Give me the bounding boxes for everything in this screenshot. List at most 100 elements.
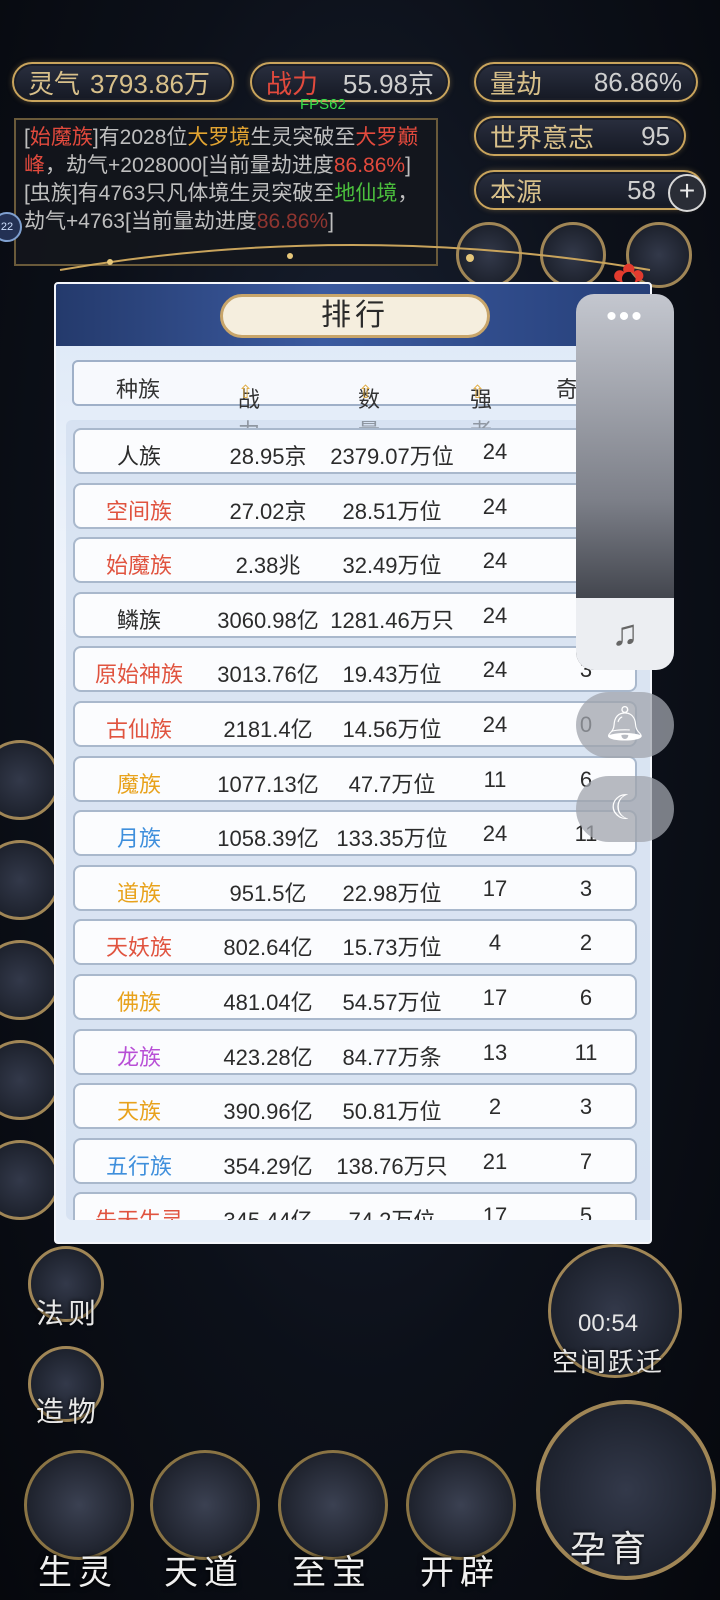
race-odd-count: 3	[579, 875, 593, 901]
race-power: 3060.98亿	[217, 607, 319, 633]
rank-row[interactable]: 龙族 423.28亿 84.77万条 13 11	[73, 1028, 637, 1075]
race-power: 802.64亿	[223, 935, 313, 961]
race-power: 2181.4亿	[223, 717, 313, 742]
race-power: 28.95京	[229, 444, 307, 469]
race-power: 345.44亿	[203, 1203, 333, 1220]
rank-row[interactable]: 鳞族3060.98亿1281.46万只241	[73, 591, 637, 638]
log-race: 始魔族	[29, 126, 93, 149]
power-label: 战力	[266, 68, 319, 99]
race-strong-count: 2	[488, 1094, 502, 1120]
col-odd[interactable]: 奇	[556, 372, 578, 404]
sort-up-icon: ⇧	[470, 382, 486, 402]
nav-tiandao-button[interactable]: 天道	[144, 1450, 264, 1600]
panel-title: 排行	[220, 294, 490, 338]
music-icon[interactable]: ♫	[576, 598, 674, 670]
race-name: 天族	[116, 1099, 161, 1125]
power-display: 战力 55.98京	[250, 62, 450, 102]
source-label: 本源	[490, 176, 543, 207]
nav-label: 天道	[164, 1554, 244, 1592]
moon-icon[interactable]: ☾	[576, 776, 674, 842]
log-line-1: [始魔族]有2028位大罗境生灵突破至大罗巅峰，劫气+2028000[当前量劫进…	[24, 124, 428, 180]
race-name: 始魔族	[105, 553, 172, 579]
nav-shengling-button[interactable]: 生灵	[18, 1450, 138, 1600]
nav-label: 至宝	[292, 1554, 372, 1592]
rank-row[interactable]: 道族 951.5亿 22.98万位 17 3	[73, 864, 637, 911]
race-strong-count: 24	[482, 439, 508, 464]
race-power: 1077.13亿	[217, 771, 319, 797]
race-strong-count: 24	[482, 548, 508, 574]
rank-row[interactable]: 空间族27.02京28.51万位241	[73, 482, 637, 529]
race-power: 2.38兆	[235, 553, 301, 579]
world-will-value: 95	[641, 120, 670, 151]
log-realm: 大罗境	[187, 126, 251, 149]
rank-row[interactable]: 佛族 481.04亿 54.57万位 17 6	[73, 974, 637, 1020]
race-odd-count: 6	[579, 985, 593, 1010]
race-odd-count: 2	[579, 930, 593, 956]
space-jump-label: 空间跃迁	[552, 1347, 665, 1377]
rank-row[interactable]: 始魔族 2.38兆 32.49万位 24	[73, 537, 637, 584]
rank-list[interactable]: 人族28.95京2379.07万位248空间族27.02京28.51万位241始…	[66, 420, 650, 1220]
race-count: 74.2万位	[327, 1203, 457, 1220]
power-value: 55.98京	[342, 68, 434, 99]
rank-row[interactable]: 月族 1058.39亿 133.35万位 24 11	[73, 810, 637, 857]
rank-row[interactable]: 天族 390.96亿 50.81万位 2 3	[73, 1083, 637, 1130]
kaipi-icon	[406, 1450, 516, 1560]
rank-row[interactable]: 魔族 1077.13亿 47.7万位 11 6	[73, 755, 637, 802]
race-name: 道族	[116, 880, 161, 906]
race-power: 3013.76亿	[217, 662, 319, 688]
race-count: 15.73万位	[342, 935, 442, 961]
race-count: 138.76万只	[336, 1153, 448, 1179]
race-count: 50.81万位	[342, 1099, 442, 1125]
rank-row[interactable]: 天妖族 802.64亿 15.73万位 4 2	[73, 919, 637, 966]
race-name: 魔族	[116, 771, 161, 797]
race-count: 84.77万条	[342, 1044, 442, 1070]
world-will-label: 世界意志	[490, 122, 595, 153]
race-name: 空间族	[105, 498, 172, 524]
lingqi-value: 3793.86万	[90, 68, 210, 99]
race-strong-count: 11	[483, 766, 507, 792]
race-strong-count: 13	[482, 1039, 508, 1065]
race-strong-count: 17	[482, 1203, 508, 1220]
countdown-timer: 00:54	[578, 1310, 639, 1337]
race-count: 1281.46万只	[330, 607, 454, 633]
source-display: 本源 58 +	[474, 170, 706, 212]
nav-zhibao-button[interactable]: 至宝	[272, 1450, 392, 1600]
race-strong-count: 24	[482, 821, 508, 847]
log-percent: 86.86%	[333, 154, 406, 177]
column-header: 种族 战力⇧ 数量⇧ 强者⇧ 奇	[72, 360, 650, 444]
race-strong-count: 17	[482, 985, 508, 1010]
creation-label: 造物	[36, 1396, 101, 1427]
rank-row[interactable]: 古仙族2181.4亿14.56万位240	[73, 701, 637, 747]
rank-row[interactable]: 先天生灵345.44亿74.2万位 17 5	[73, 1192, 637, 1220]
race-name: 月族	[116, 826, 161, 852]
left-side-icon-5[interactable]	[0, 1140, 60, 1220]
race-count: 14.56万位	[342, 717, 442, 742]
race-name: 佛族	[116, 990, 161, 1015]
race-count: 54.57万位	[342, 990, 442, 1015]
race-power: 354.29亿	[223, 1153, 313, 1179]
rank-panel: 排行 种族 战力⇧ 数量⇧ 强者⇧ 奇 人族28.95京2379.07万位248…	[54, 282, 652, 1244]
race-power: 27.02京	[229, 498, 307, 524]
left-side-icon-4[interactable]	[0, 1040, 60, 1120]
race-power: 390.96亿	[223, 1099, 313, 1125]
left-side-icon-3[interactable]	[0, 940, 60, 1020]
race-power: 481.04亿	[223, 990, 313, 1015]
left-side-icon-2[interactable]	[0, 840, 60, 920]
bell-icon[interactable]: 🔔︎	[576, 692, 674, 758]
race-power: 1058.39亿	[217, 826, 319, 852]
race-strong-count: 24	[482, 493, 508, 519]
col-race[interactable]: 种族	[116, 372, 160, 404]
log-line-2: [虫族]有4763只凡体境生灵突破至地仙境，劫气+4763[当前量劫进度86.8…	[24, 180, 428, 236]
rank-row[interactable]: 人族28.95京2379.07万位248	[73, 428, 637, 474]
more-options-icon[interactable]: •••	[576, 300, 674, 334]
race-strong-count: 21	[482, 1148, 508, 1174]
add-source-button[interactable]: +	[668, 174, 706, 212]
rank-row[interactable]: 原始神族3013.76亿19.43万位243	[73, 646, 637, 693]
race-strong-count: 17	[482, 875, 508, 901]
race-name: 古仙族	[105, 717, 172, 742]
left-side-icon-1[interactable]	[0, 740, 60, 820]
nav-kaipi-button[interactable]: 开辟	[400, 1450, 520, 1600]
gold-arc-decoration	[59, 244, 651, 271]
rank-row[interactable]: 五行族 354.29亿 138.76万只 21 7	[73, 1137, 637, 1184]
floating-menu[interactable]: ••• ♫	[576, 294, 674, 670]
